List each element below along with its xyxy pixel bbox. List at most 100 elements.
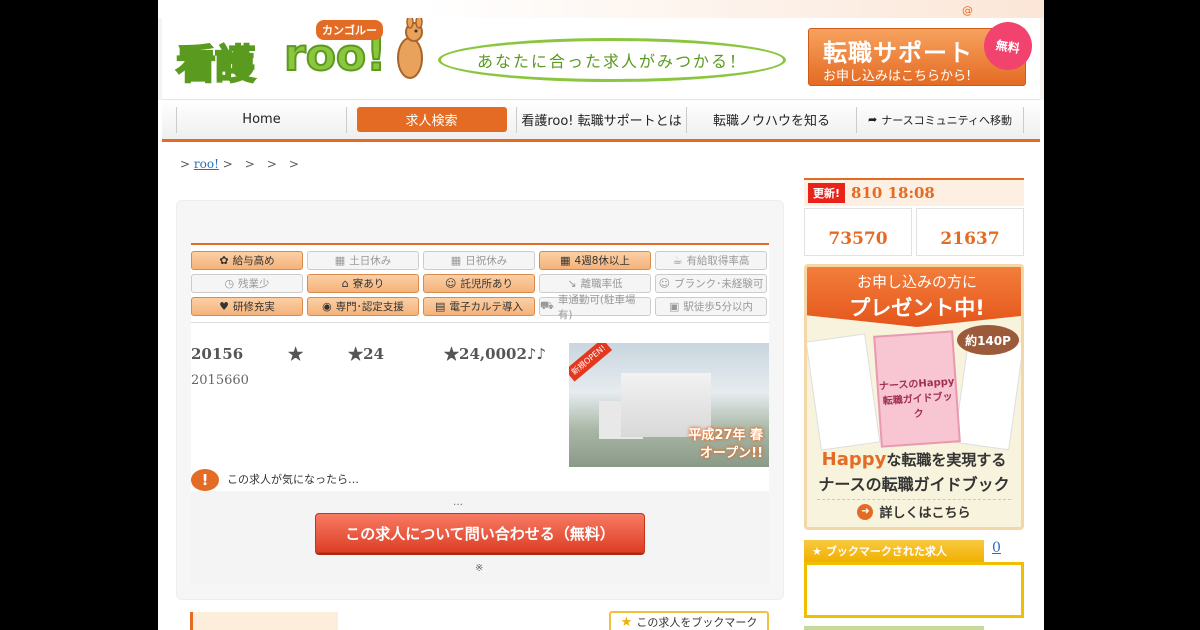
photo-label-line1: 平成27年 春 (688, 428, 763, 443)
job-subtitle: 2015660 (191, 373, 249, 388)
update-bar: 更新! 810 18:08 (804, 178, 1024, 206)
feature-tag-icon: ♥ (219, 300, 229, 313)
logo-kana-text: カンゴルー (316, 20, 383, 40)
bookmark-job-label: この求人をブックマーク (636, 616, 758, 629)
inquiry-button[interactable]: この求人について問い合わせる（無料） (315, 513, 645, 553)
photo-label-line2: オープン!! (699, 446, 763, 461)
bookmarks-count[interactable]: 0 (992, 540, 1001, 556)
inquiry-note: ※ (475, 563, 484, 574)
site-logo[interactable]: 看護 roo! カンゴルー (175, 18, 426, 90)
present-head-line2: プレゼント中! (849, 296, 985, 320)
present-more-label: 詳しくはこちら (879, 506, 971, 521)
feature-tag: ⌂ 寮あり (307, 274, 419, 293)
inquiry-head: ! この求人が気になったら… (191, 467, 769, 491)
present-happy: Happy (821, 449, 887, 470)
breadcrumb: > roo! > > > > (180, 155, 299, 172)
feature-tag-icon: ▦ (560, 254, 571, 267)
hospital-photo: 新規OPEN! 平成27年 春 オープン!! (569, 343, 769, 467)
feature-tag-icon: ⛟ (540, 299, 554, 312)
present-banner[interactable]: お申し込みの方に プレゼント中! ナースのHappy転職ガイドブック 約140P… (804, 264, 1024, 530)
nav-home[interactable]: Home (176, 106, 346, 133)
feature-tag-icon: ⌂ (341, 277, 349, 290)
update-badge: 更新! (808, 183, 846, 203)
pages-badge: 約140P (957, 325, 1019, 355)
breadcrumb-link-roo[interactable]: roo! (194, 157, 219, 171)
feature-tag-icon: ◷ (224, 277, 235, 290)
nav-community-label: ナースコミュニティへ移動 (881, 113, 1012, 127)
feature-tag-label: 託児所あり (460, 278, 513, 290)
feature-tag-icon: ☕ (672, 254, 683, 267)
breadcrumb-sep: > (180, 157, 191, 171)
nav-home-label: Home (242, 112, 281, 127)
feature-tag-label: 専門･認定支援 (335, 301, 404, 313)
page: @ 看護 roo! カンゴルー あなたに合った求人がみつかる！ 転職サポート お… (158, 0, 1044, 630)
feature-tag-label: 車通勤可(駐車場有) (557, 293, 636, 321)
feature-tag: ✿ 給与高め (191, 251, 303, 270)
feature-tags: ✿ 給与高め ▦ 土日休み ▦ 日祝休み ▦ 4週8休以上 ☕ 有給取得率高 ◷ 残業少 ⌂ 寮あり ☺ 託児… (191, 251, 769, 323)
feature-tag-label: 日祝休み (465, 255, 508, 267)
feature-tag-label: 土日休み (349, 255, 392, 267)
feature-tag-icon: ☺ (658, 277, 671, 290)
nav-job-search[interactable]: 求人検索 (346, 106, 516, 133)
nav-knowhow-label: 転職ノウハウを知る (712, 114, 830, 129)
stat-count: 21637 (916, 208, 1024, 256)
update-text: 810 18:08 (851, 184, 935, 202)
present-head-line1: お申し込みの方に (856, 273, 977, 291)
nav-support-about-label: 看護roo! 転職サポートとは (521, 114, 682, 129)
top-band (158, 0, 1044, 18)
job-stats: 73570 21637 (804, 208, 1024, 256)
present-head: お申し込みの方に プレゼント中! (807, 267, 1021, 327)
open-ribbon: 新規OPEN! (569, 343, 613, 382)
bookmark-job-button[interactable]: ★ この求人をブックマーク (609, 611, 769, 630)
nav-job-search-label: 求人検索 (356, 107, 507, 132)
at-symbol: @ (962, 4, 973, 17)
support-banner-subtitle: お申し込みはこちらから! (823, 69, 972, 84)
feature-tag: ▣ 駅徒歩5分以内 (655, 297, 767, 316)
feature-tag: ◷ 残業少 (191, 274, 303, 293)
photo-label: 平成27年 春 オープン!! (688, 427, 763, 463)
bookmarks-title: ブックマークされた求人 (825, 545, 947, 558)
feature-tag-icon: ↘ (567, 277, 577, 290)
feature-tag-icon: ◉ (322, 300, 332, 313)
kangaroo-icon (397, 18, 423, 79)
feature-tag: ▤ 電子カルテ導入 (423, 297, 535, 316)
nav-support-about[interactable]: 看護roo! 転職サポートとは (516, 106, 686, 133)
feature-tag-icon: ▣ (668, 300, 680, 313)
feature-tag: ◉ 専門･認定支援 (307, 297, 419, 316)
share-arrow-icon: ➦ (867, 113, 878, 126)
feature-tag: ⛟ 車通勤可(駐車場有) (539, 294, 651, 321)
tagline-text: あなたに合った求人がみつかる！ (476, 52, 747, 71)
feature-tag-label: 残業少 (238, 278, 270, 290)
star-icon: ★ (620, 614, 633, 630)
feature-tag: ▦ 日祝休み (423, 251, 535, 270)
feature-tag: ♥ 研修充実 (191, 297, 303, 316)
feature-tag-icon: ✿ (219, 254, 229, 267)
present-line2: ナースの転職ガイドブック (818, 475, 1010, 494)
present-line1: Happyな転職を実現する (807, 449, 1021, 470)
next-section-bar (804, 626, 984, 630)
support-banner-title: 転職サポート (823, 39, 973, 67)
feature-tag-label: 研修充実 (232, 301, 275, 313)
tagline-bubble: あなたに合った求人がみつかる！ (438, 38, 786, 82)
feature-tag: ☺ 託児所あり (423, 274, 535, 293)
feature-tag-label: 給与高め (232, 255, 275, 267)
main-nav: Home 求人検索 看護roo! 転職サポートとは 転職ノウハウを知る ➦ ナース… (162, 100, 1040, 142)
feature-tag: ☺ ブランク･未経験可 (655, 274, 767, 293)
feature-tag: ▦ 4週8休以上 (539, 251, 651, 270)
nav-knowhow[interactable]: 転職ノウハウを知る (686, 106, 856, 133)
breadcrumb-rest: > > > > (222, 157, 299, 171)
feature-tag-label: 寮あり (352, 278, 385, 290)
feature-tag-icon: ▤ (435, 300, 446, 313)
feature-tag-icon: ▦ (450, 254, 462, 267)
arrow-right-icon: ➜ (857, 503, 874, 520)
guide-book: ナースのHappy転職ガイドブック (873, 330, 961, 448)
feature-tag: ▦ 土日休み (307, 251, 419, 270)
feature-tag-label: 有給取得率高 (686, 255, 750, 267)
star-icon: ★ (812, 544, 822, 558)
nav-community[interactable]: ➦ ナースコミュニティへ移動 (856, 106, 1024, 133)
inquiry-question: この求人が気になったら… (227, 473, 359, 486)
feature-tag-icon: ☺ (445, 277, 457, 290)
inquiry-area: ! この求人が気になったら… … この求人について問い合わせる（無料） ※ (191, 467, 769, 585)
section-tab (190, 612, 338, 630)
present-more-link[interactable]: ➜ 詳しくはこちら (817, 499, 1011, 523)
